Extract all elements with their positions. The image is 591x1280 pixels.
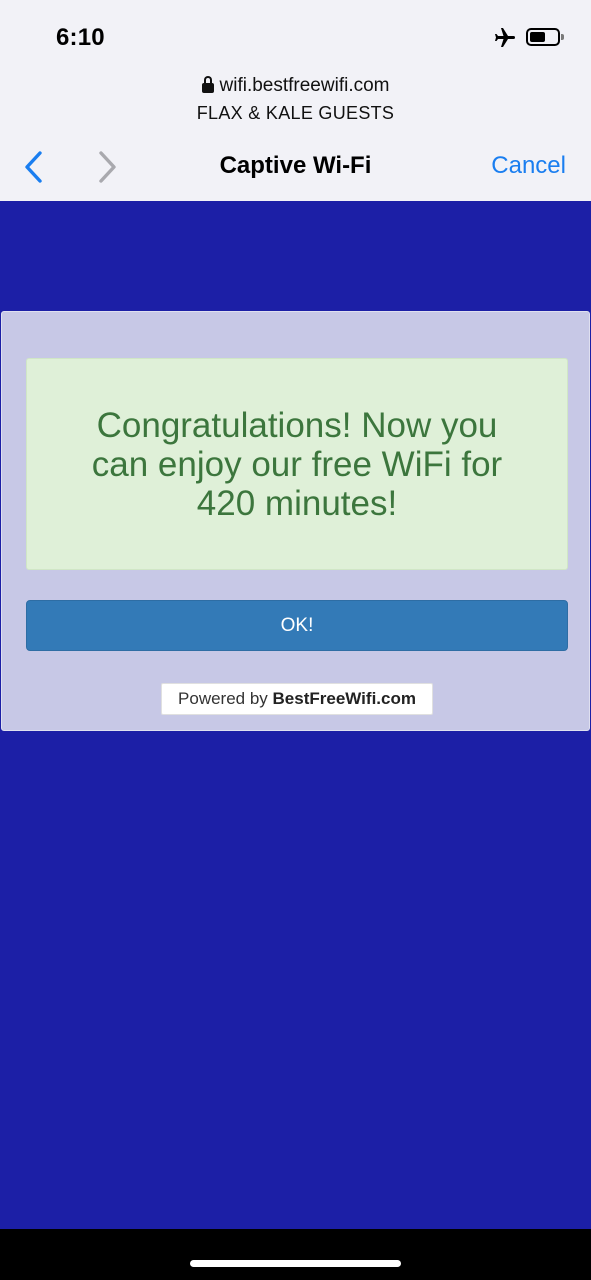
url-bar[interactable]: wifi.bestfreewifi.com FLAX & KALE GUESTS bbox=[0, 72, 591, 130]
bottom-bar bbox=[0, 1229, 591, 1280]
success-message-box: Congratulations! Now you can enjoy our f… bbox=[26, 358, 568, 570]
lock-icon bbox=[201, 76, 214, 94]
home-indicator[interactable] bbox=[190, 1260, 401, 1267]
ok-button[interactable]: OK! bbox=[26, 600, 568, 651]
status-time: 6:10 bbox=[56, 24, 105, 51]
powered-by-prefix: Powered by bbox=[178, 689, 273, 708]
url-text: wifi.bestfreewifi.com bbox=[219, 75, 390, 96]
airplane-mode-icon bbox=[495, 28, 515, 47]
status-bar: 6:10 bbox=[0, 0, 591, 72]
powered-by-brand: BestFreeWifi.com bbox=[272, 689, 416, 708]
success-message: Congratulations! Now you can enjoy our f… bbox=[91, 405, 503, 523]
powered-by-link[interactable]: Powered by BestFreeWifi.com bbox=[161, 683, 433, 715]
battery-icon bbox=[526, 28, 564, 46]
portal-card: Congratulations! Now you can enjoy our f… bbox=[1, 311, 590, 731]
site-name: FLAX & KALE GUESTS bbox=[196, 103, 395, 123]
cancel-button[interactable]: Cancel bbox=[491, 152, 566, 180]
